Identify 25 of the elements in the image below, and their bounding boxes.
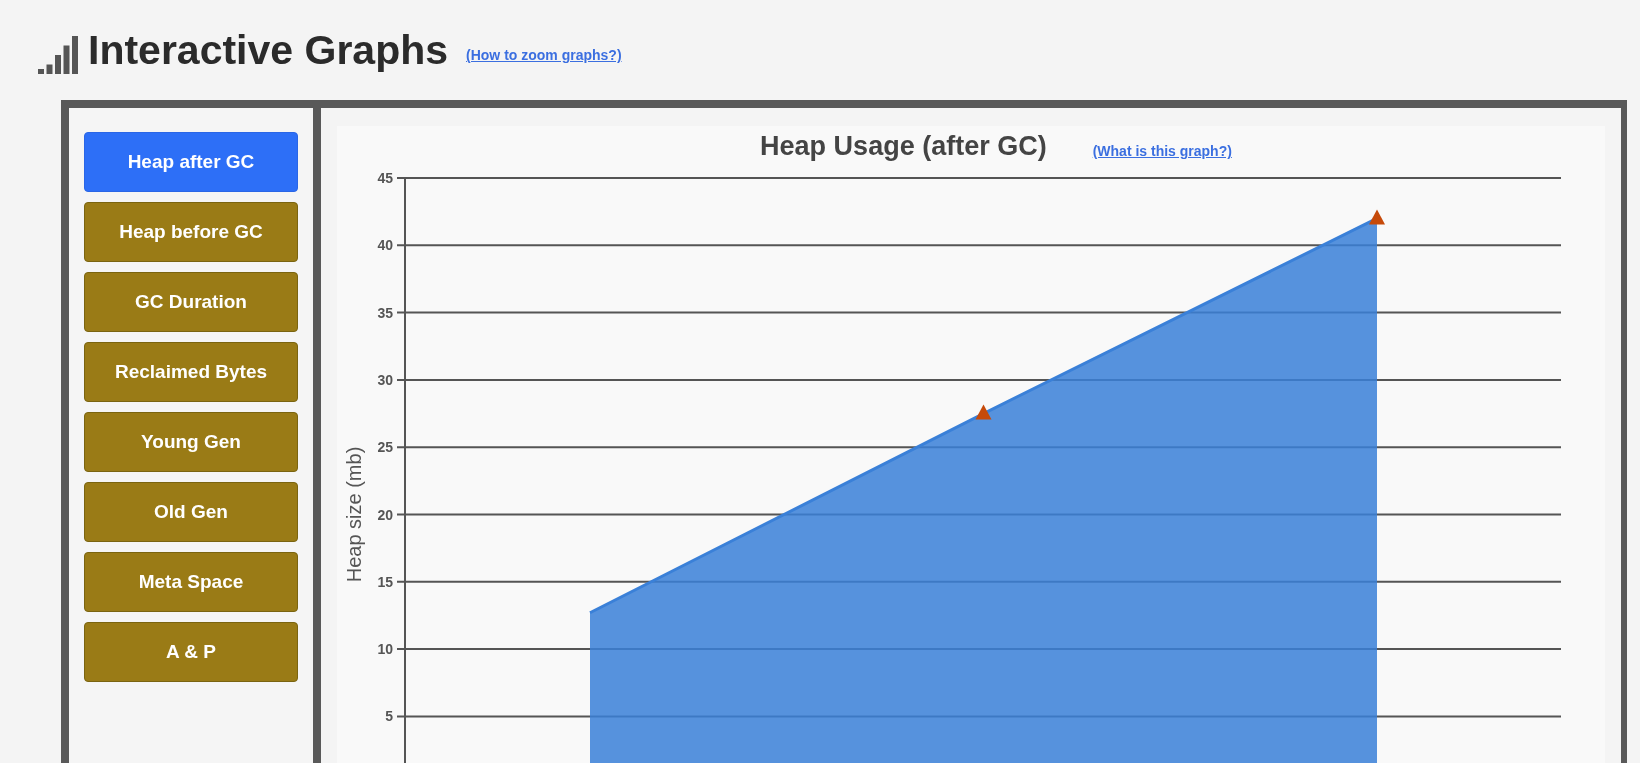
page-title: Interactive Graphs xyxy=(88,26,449,74)
y-tick-label: 25 xyxy=(377,439,393,456)
help-link[interactable]: (How to zoom graphs?) xyxy=(466,47,622,63)
y-tick-label: 35 xyxy=(377,304,393,321)
y-tick-label: 30 xyxy=(377,371,393,388)
y-tick-label: 45 xyxy=(377,170,393,186)
graph-menu-button[interactable]: Heap after GC xyxy=(84,132,298,192)
y-axis-label: Heap size (mb) xyxy=(343,446,365,583)
triangle-marker xyxy=(1369,209,1385,225)
graph-menu-button[interactable]: Heap before GC xyxy=(84,202,298,262)
graph-menu-button[interactable]: GC Duration xyxy=(84,272,298,332)
graph-help-link[interactable]: (What is this graph?) xyxy=(1092,143,1232,159)
y-tick-label: 40 xyxy=(377,237,393,254)
y-tick-label: 10 xyxy=(377,641,393,658)
graph-menu-button[interactable]: Meta Space xyxy=(84,552,298,612)
graph-menu-button[interactable]: Young Gen xyxy=(84,412,298,472)
triangle-marker xyxy=(975,404,992,420)
y-tick-label: 5 xyxy=(385,708,393,725)
graph-menu-button[interactable]: Old Gen xyxy=(84,482,298,542)
signal-bars-icon xyxy=(38,33,80,74)
y-tick-label: 20 xyxy=(377,506,393,523)
chart-title: Heap Usage (after GC) xyxy=(760,130,1047,162)
graph-menu-button[interactable]: Reclaimed Bytes xyxy=(84,342,298,402)
graph-menu-button[interactable]: A & P xyxy=(84,622,298,682)
y-tick-label: 15 xyxy=(377,573,393,590)
